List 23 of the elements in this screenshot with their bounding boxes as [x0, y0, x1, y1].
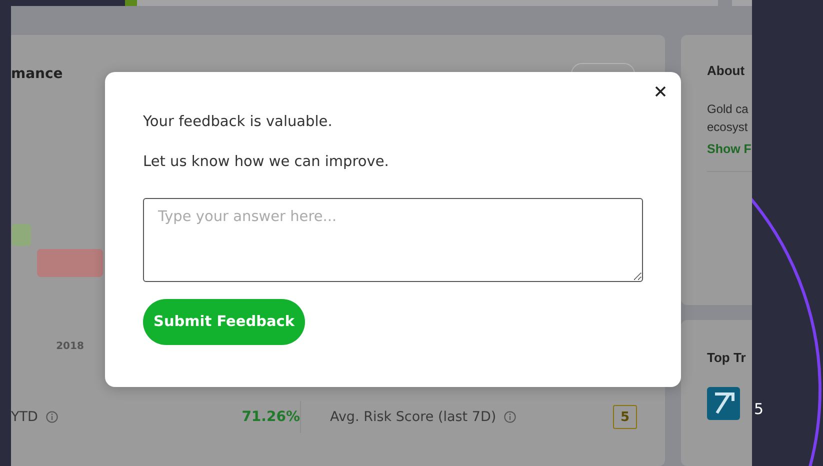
info-icon[interactable]	[504, 411, 516, 423]
description-text: ecosyst	[707, 119, 749, 136]
answer-field[interactable]: Type your answer here...	[143, 198, 643, 282]
dialog-text: Let us know how we can improve.	[143, 153, 390, 172]
label-text: YTD	[11, 409, 38, 425]
show-more-link[interactable]: Show F	[707, 142, 752, 156]
stat-value: 71.26%	[242, 409, 300, 425]
axis-label: 2018	[56, 341, 84, 352]
risk-score: 5	[613, 405, 637, 429]
card-title: About	[707, 63, 746, 78]
header-bar	[732, 0, 752, 6]
close-icon	[654, 86, 666, 96]
submit-button[interactable]: Submit Feedback	[143, 299, 305, 345]
info-icon[interactable]	[46, 411, 58, 423]
card-title: mance	[11, 66, 63, 82]
status-marker	[125, 0, 137, 6]
card-title: Top Tr	[707, 350, 747, 365]
side-text: 5	[754, 400, 764, 418]
chart-bar	[12, 224, 30, 246]
description-text: Gold ca	[707, 101, 750, 118]
chart-bar	[37, 249, 103, 277]
label-text: Avg. Risk Score (last 7D)	[330, 409, 496, 425]
dialog-text: Your feedback is valuable.	[143, 113, 334, 132]
